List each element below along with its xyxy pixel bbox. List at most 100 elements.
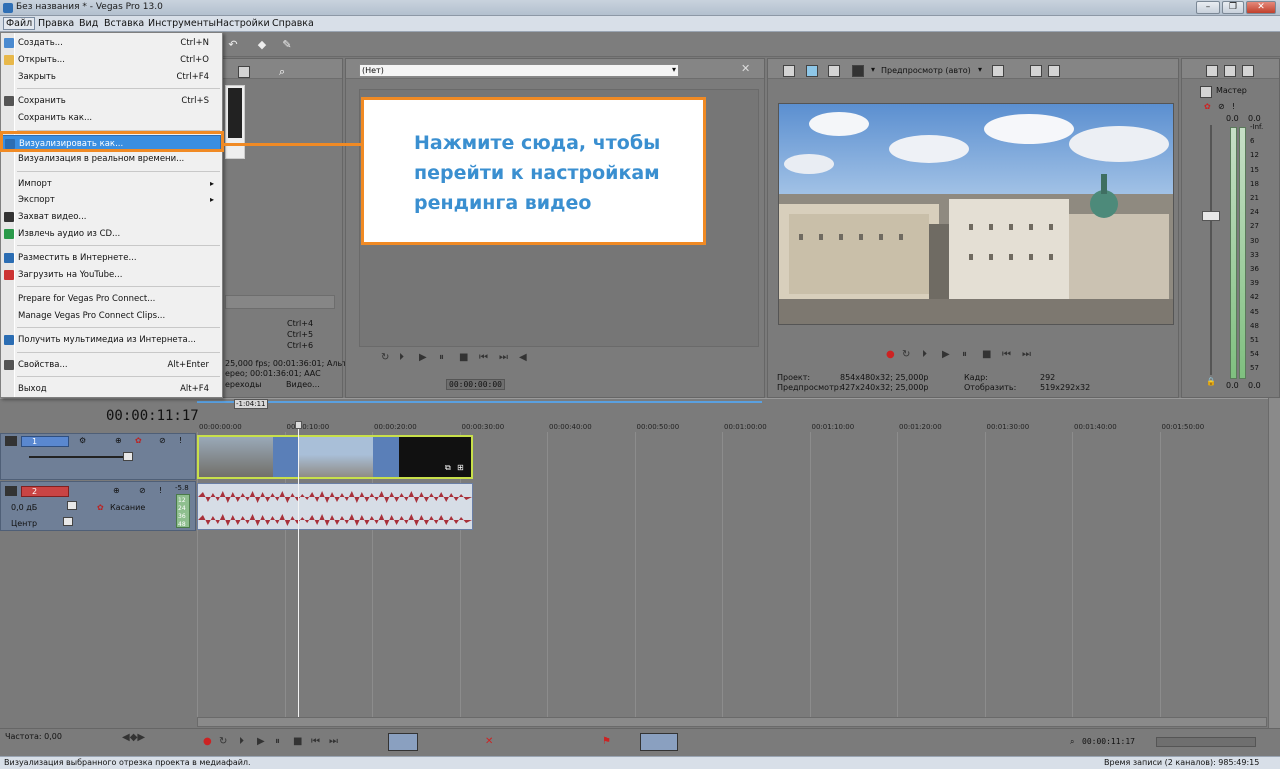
media-thumbnail[interactable] [225, 85, 245, 159]
menu-item-properties[interactable]: Свойства... Alt+Enter [2, 357, 221, 373]
play-from-start-icon[interactable]: ⏵ [399, 352, 404, 363]
play-from-start-icon[interactable]: ⏵ [922, 349, 927, 360]
prev-frame-icon[interactable]: ◀ [519, 352, 527, 363]
go-end-icon[interactable]: ⏭ [1022, 349, 1031, 360]
solo-icon[interactable]: ! [159, 486, 162, 495]
menu-tools[interactable]: Инструменты [148, 18, 216, 29]
mute-icon[interactable]: ⊘ [1218, 102, 1225, 111]
record-arm-icon[interactable]: ✿ [1204, 102, 1211, 111]
views-icon[interactable] [238, 66, 250, 78]
vertical-scrollbar[interactable] [1268, 398, 1280, 728]
automation-icon[interactable]: ✿ [97, 503, 104, 512]
copy-snapshot-icon[interactable] [1030, 65, 1042, 77]
project-settings-icon[interactable] [783, 65, 795, 77]
go-end-icon[interactable]: ⏭ [329, 736, 338, 747]
properties-icon[interactable]: ◆ [255, 38, 269, 52]
save-snapshot-icon[interactable] [1048, 65, 1060, 77]
level-slider[interactable] [123, 452, 133, 461]
marker-icon[interactable]: ⚑ [602, 736, 611, 747]
edit-tool-button[interactable] [388, 733, 418, 751]
menu-item-import[interactable]: Импорт ▸ [2, 176, 221, 192]
fx-icon[interactable] [828, 65, 840, 77]
automation-mode[interactable]: Касание [110, 503, 145, 512]
close-button[interactable]: ✕ [1246, 1, 1276, 14]
trimmer-source-dropdown[interactable]: (Нет) ▾ [359, 64, 679, 77]
menu-item-save[interactable]: Сохранить Ctrl+S [2, 93, 221, 109]
snapping-toggle[interactable] [640, 733, 678, 751]
master-fx-icon[interactable] [1206, 65, 1218, 77]
overlays-icon[interactable] [992, 65, 1004, 77]
loop-icon[interactable]: ↻ [219, 736, 227, 747]
mute-icon[interactable]: ⊘ [159, 436, 166, 445]
menu-item-get-media-web[interactable]: Получить мультимедиа из Интернета... [2, 332, 221, 348]
playhead-handle[interactable] [295, 421, 302, 429]
menu-item-open[interactable]: Открыть... Ctrl+O [2, 52, 221, 68]
play-icon[interactable]: ▶ [942, 349, 950, 360]
help-pointer-icon[interactable]: ✎ [280, 38, 294, 52]
mute-icon[interactable]: ⊘ [139, 486, 146, 495]
preview-quality-dropdown[interactable]: Предпросмотр (авто) [881, 66, 971, 75]
go-end-icon[interactable]: ⏭ [499, 352, 508, 363]
horizontal-scrollbar[interactable] [197, 717, 1267, 727]
chevron-down-icon[interactable]: ▾ [978, 65, 982, 74]
loop-region-bar[interactable] [197, 401, 762, 403]
search-icon[interactable]: ⌕ [279, 65, 285, 79]
pause-icon[interactable]: ⏸ [962, 349, 967, 360]
menu-item-render-realtime[interactable]: Визуализация в реальном времени... [2, 151, 221, 167]
stop-icon[interactable]: ■ [293, 736, 302, 747]
delete-icon[interactable]: ✕ [485, 736, 493, 747]
menu-item-extract-cd-audio[interactable]: Извлечь аудио из CD... [2, 226, 221, 242]
split-screen-icon[interactable] [852, 65, 864, 77]
menu-insert[interactable]: Вставка [104, 18, 144, 29]
menu-item-save-as[interactable]: Сохранить как... [2, 110, 221, 126]
menu-item-prepare-connect[interactable]: Prepare for Vegas Pro Connect... [2, 291, 221, 307]
menu-item-create[interactable]: Создать... Ctrl+N [2, 35, 221, 51]
tab-transitions[interactable]: ереходы [225, 380, 261, 389]
chevron-down-icon[interactable]: ▾ [871, 65, 875, 74]
explorer-filter-box[interactable] [225, 295, 335, 309]
loop-icon[interactable]: ↻ [902, 349, 910, 360]
record-icon[interactable]: ● [886, 349, 895, 360]
clip-fx-icon[interactable]: ⧉ [445, 463, 451, 473]
audio-track-header[interactable]: 2 ⊕ ⊘ ! -5.8 0,0 дБ ✿ Касание Центр 12 2… [0, 481, 196, 531]
stop-icon[interactable]: ■ [459, 352, 468, 363]
lock-icon[interactable]: 🔒 [1206, 377, 1216, 386]
menu-help[interactable]: Справка [272, 18, 314, 29]
play-icon[interactable]: ▶ [419, 352, 427, 363]
menu-view[interactable]: Вид [79, 18, 98, 29]
go-start-icon[interactable]: ⏮ [479, 352, 488, 363]
insert-fx-icon[interactable]: ⊕ [113, 486, 120, 495]
shuttle-control[interactable]: ◀◆▶ [122, 732, 145, 743]
menu-edit[interactable]: Правка [38, 18, 74, 29]
menu-item-upload-youtube[interactable]: Загрузить на YouTube... [2, 267, 221, 283]
close-trimmer-icon[interactable]: ✕ [741, 62, 750, 75]
master-fader[interactable] [1202, 211, 1220, 221]
video-track-header[interactable]: 1 ⚙ ⊕ ✿ ⊘ ! [0, 433, 196, 480]
external-monitor-icon[interactable] [806, 65, 818, 77]
menu-item-manage-connect[interactable]: Manage Vegas Pro Connect Clips... [2, 308, 221, 324]
menu-item-export[interactable]: Экспорт ▸ [2, 192, 221, 208]
tab-video-fx[interactable]: Видео... [286, 380, 320, 389]
downmix-icon[interactable] [1224, 65, 1236, 77]
minimize-button[interactable]: – [1196, 1, 1220, 14]
menu-file[interactable]: Файл [3, 17, 36, 30]
play-icon[interactable]: ▶ [257, 736, 265, 747]
solo-icon[interactable]: ! [179, 436, 182, 445]
loop-icon[interactable]: ↻ [381, 352, 389, 363]
play-from-start-icon[interactable]: ⏵ [239, 736, 244, 747]
zoom-slider[interactable] [1156, 737, 1256, 747]
pause-icon[interactable]: ⏸ [439, 352, 444, 363]
playhead-cursor[interactable] [298, 423, 299, 717]
maximize-button[interactable]: ❐ [1222, 1, 1244, 14]
automation-icon[interactable]: ⚙ [79, 436, 86, 445]
lock-icon[interactable]: ⌕ [1070, 737, 1074, 747]
go-start-icon[interactable]: ⏮ [1002, 349, 1011, 360]
compositing-icon[interactable]: ⊕ [115, 436, 122, 445]
menu-item-close[interactable]: Закрыть Ctrl+F4 [2, 69, 221, 85]
menu-item-exit[interactable]: Выход Alt+F4 [2, 381, 221, 397]
video-clip[interactable]: ⧉ ⊞ [197, 435, 473, 479]
go-start-icon[interactable]: ⏮ [311, 736, 320, 747]
pan-slider[interactable] [63, 517, 73, 526]
audio-clip[interactable] [197, 483, 473, 530]
clip-crop-icon[interactable]: ⊞ [457, 463, 464, 472]
